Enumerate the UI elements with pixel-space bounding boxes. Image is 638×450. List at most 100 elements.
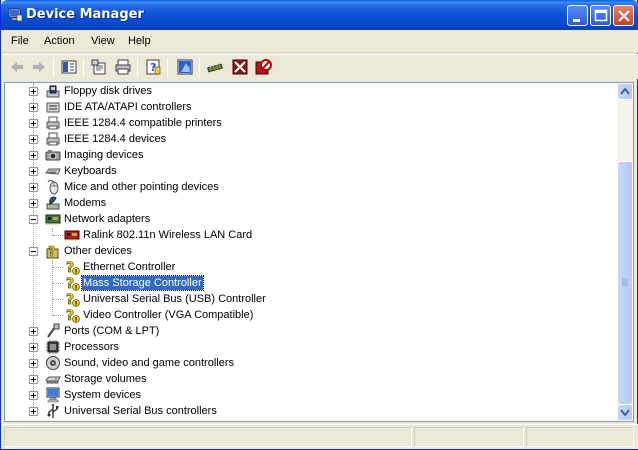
tree-item-mass-storage-controller[interactable]: ?! Mass Storage Controller bbox=[5, 275, 605, 291]
grip-icon bbox=[622, 278, 628, 286]
back-icon[interactable] bbox=[8, 58, 26, 76]
tree-item-imaging-devices[interactable]: Imaging devices bbox=[5, 147, 605, 163]
arrow-up-icon bbox=[620, 87, 630, 95]
properties-icon[interactable] bbox=[90, 58, 108, 76]
expand-button[interactable] bbox=[29, 327, 38, 336]
tree-item-ieee-devices[interactable]: IEEE 1284.4 devices bbox=[5, 131, 605, 147]
device-manager-window: Device Manager File Action View Help ? F… bbox=[0, 0, 638, 450]
tree-item-label: Keyboards bbox=[64, 165, 117, 177]
tree-item-system-devices[interactable]: System devices bbox=[5, 387, 605, 403]
expand-button[interactable] bbox=[29, 391, 38, 400]
tree-item-video-controller[interactable]: ?! Video Controller (VGA Compatible) bbox=[5, 307, 605, 323]
tree-item-usb-controllers[interactable]: Universal Serial Bus controllers bbox=[5, 403, 605, 419]
tree-item-modems[interactable]: Modems bbox=[5, 195, 605, 211]
tree-item-label: Ethernet Controller bbox=[83, 261, 176, 273]
toolbar-separator bbox=[199, 58, 200, 77]
vertical-scrollbar[interactable] bbox=[617, 82, 634, 422]
scan-hardware-icon[interactable] bbox=[207, 58, 225, 76]
tree-item-mice[interactable]: Mice and other pointing devices bbox=[5, 179, 605, 195]
title-bar[interactable]: Device Manager bbox=[1, 0, 638, 30]
collapse-button[interactable] bbox=[29, 215, 38, 224]
network-card-icon bbox=[45, 214, 61, 225]
usb-icon bbox=[47, 404, 59, 418]
expand-button[interactable] bbox=[29, 87, 38, 96]
status-pane bbox=[526, 427, 634, 447]
floppy-icon bbox=[46, 85, 60, 98]
tree-item-keyboards[interactable]: Keyboards bbox=[5, 163, 605, 179]
tree-item-ethernet-controller[interactable]: ?! Ethernet Controller bbox=[5, 259, 605, 275]
scroll-thumb[interactable] bbox=[617, 161, 633, 405]
expand-button[interactable] bbox=[29, 183, 38, 192]
tree-item-ports[interactable]: Ports (COM & LPT) bbox=[5, 323, 605, 339]
window-title: Device Manager bbox=[26, 7, 144, 22]
tree-item-label: Mice and other pointing devices bbox=[64, 181, 219, 193]
sound-icon bbox=[46, 356, 60, 370]
tree-item-label: IDE ATA/ATAPI controllers bbox=[64, 101, 192, 113]
maximize-button[interactable] bbox=[590, 5, 611, 26]
tree-item-label: Imaging devices bbox=[64, 149, 144, 161]
port-icon bbox=[47, 323, 60, 338]
expand-button[interactable] bbox=[29, 167, 38, 176]
warning-unknown-icon: ?! bbox=[66, 308, 80, 323]
maximize-icon bbox=[594, 9, 608, 22]
tree-item-usb-controller[interactable]: ?! Universal Serial Bus (USB) Controller bbox=[5, 291, 605, 307]
tree-item-label: Floppy disk drives bbox=[64, 85, 153, 97]
toolbar-separator bbox=[167, 58, 168, 77]
menu-action[interactable]: Action bbox=[44, 35, 75, 47]
tree-item-sound-video-game-controllers[interactable]: Sound, video and game controllers bbox=[5, 355, 605, 371]
modem-icon bbox=[46, 196, 60, 210]
toolbar-separator bbox=[83, 58, 84, 77]
menu-file[interactable]: File bbox=[11, 35, 29, 47]
tree-item-label: System devices bbox=[64, 389, 142, 401]
expand-button[interactable] bbox=[29, 103, 38, 112]
menu-view[interactable]: View bbox=[91, 35, 115, 47]
arrow-down-icon bbox=[620, 409, 630, 417]
storage-icon bbox=[45, 376, 61, 384]
uninstall-icon[interactable] bbox=[231, 58, 249, 76]
disable-icon[interactable] bbox=[254, 58, 272, 76]
system-icon bbox=[46, 387, 60, 403]
expand-button[interactable] bbox=[29, 199, 38, 208]
expand-button[interactable] bbox=[29, 407, 38, 416]
printer-icon bbox=[46, 116, 60, 130]
tree-item-processors[interactable]: Processors bbox=[5, 339, 605, 355]
warning-unknown-icon: ?! bbox=[66, 260, 80, 275]
device-manager-icon bbox=[8, 8, 23, 22]
tree-item-label-selected: Mass Storage Controller bbox=[81, 275, 204, 291]
tree-item-ieee-compatible-printers[interactable]: IEEE 1284.4 compatible printers bbox=[5, 115, 605, 131]
close-button[interactable] bbox=[613, 5, 634, 26]
tree-item-floppy-disk-drives[interactable]: Floppy disk drives bbox=[5, 83, 605, 99]
tree-item-label: Modems bbox=[64, 197, 107, 209]
warning-unknown-icon: ?! bbox=[66, 276, 80, 291]
tree-item-label: Storage volumes bbox=[64, 373, 147, 385]
forward-icon[interactable] bbox=[30, 58, 48, 76]
show-hide-console-tree-icon[interactable] bbox=[60, 58, 78, 76]
tree-item-ide-ata-atapi-controllers[interactable]: IDE ATA/ATAPI controllers bbox=[5, 99, 605, 115]
computer-icon[interactable] bbox=[176, 58, 194, 76]
status-bar bbox=[2, 424, 638, 449]
help-icon[interactable]: ? bbox=[144, 58, 162, 76]
tree-item-label: Network adapters bbox=[64, 213, 151, 225]
print-icon[interactable] bbox=[114, 58, 132, 76]
svg-text:?: ? bbox=[48, 245, 56, 259]
close-icon bbox=[618, 10, 630, 22]
scroll-up-button[interactable] bbox=[617, 83, 633, 100]
minimize-button[interactable] bbox=[567, 5, 588, 26]
tree-item-other-devices[interactable]: ? Other devices bbox=[5, 243, 605, 259]
tree-item-ralink-wireless-lan-card[interactable]: Ralink 802.11n Wireless LAN Card bbox=[5, 227, 605, 243]
expand-button[interactable] bbox=[29, 343, 38, 352]
minimize-icon bbox=[573, 19, 580, 22]
menu-help[interactable]: Help bbox=[128, 35, 151, 47]
tree-item-storage-volumes[interactable]: Storage volumes bbox=[5, 371, 605, 387]
tree-item-network-adapters[interactable]: Network adapters bbox=[5, 211, 605, 227]
expand-button[interactable] bbox=[29, 359, 38, 368]
collapse-button[interactable] bbox=[29, 247, 38, 256]
expand-button[interactable] bbox=[29, 375, 38, 384]
expand-button[interactable] bbox=[29, 151, 38, 160]
scroll-down-button[interactable] bbox=[617, 404, 633, 421]
tree-item-label: Universal Serial Bus controllers bbox=[64, 405, 217, 417]
printer-icon bbox=[46, 132, 60, 146]
expand-button[interactable] bbox=[29, 135, 38, 144]
device-tree[interactable]: Floppy disk drives IDE ATA/ATAPI control… bbox=[4, 82, 617, 422]
expand-button[interactable] bbox=[29, 119, 38, 128]
